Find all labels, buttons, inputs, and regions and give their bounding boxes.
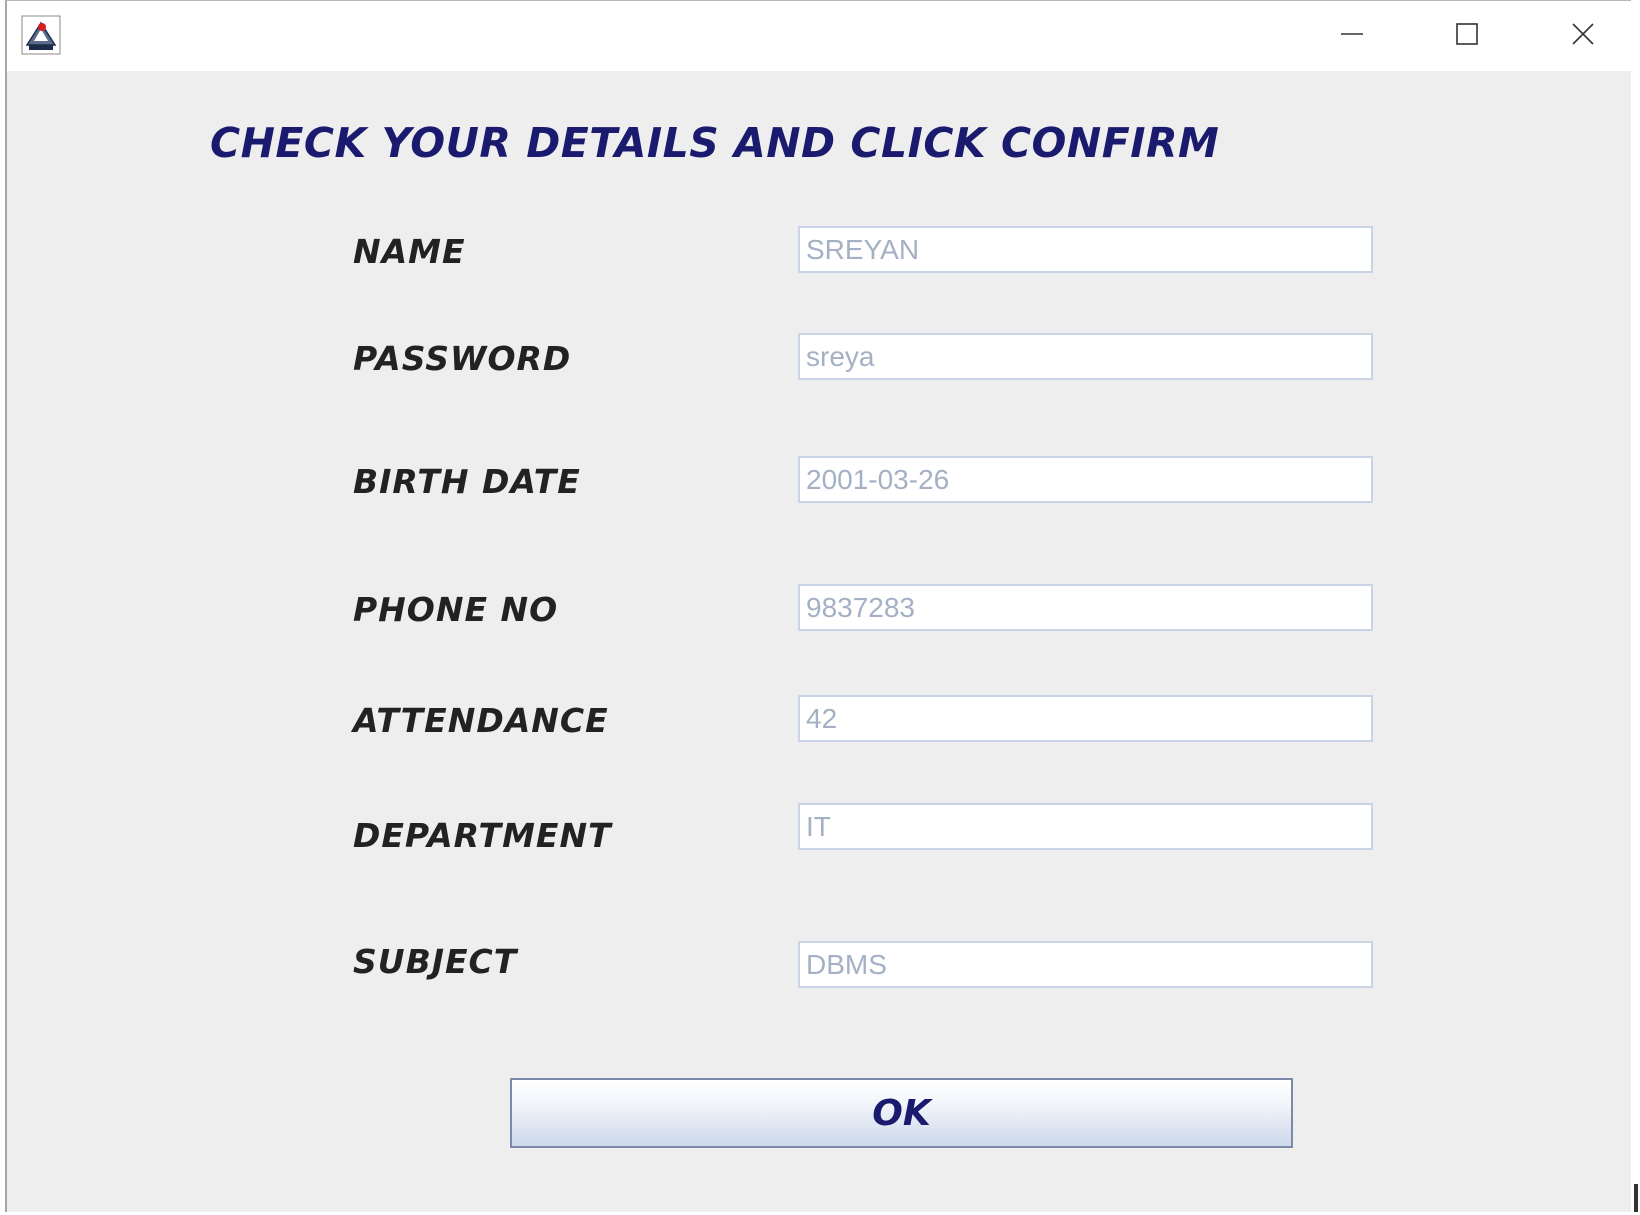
title-bar[interactable] xyxy=(7,1,1631,71)
resize-grip[interactable] xyxy=(1634,1184,1638,1212)
department-label: DEPARTMENT xyxy=(353,816,612,855)
subject-label: SUBJECT xyxy=(353,942,518,981)
password-field[interactable] xyxy=(798,333,1373,380)
birth-date-field[interactable] xyxy=(798,456,1373,503)
close-button[interactable] xyxy=(1553,11,1613,61)
minimize-button[interactable] xyxy=(1322,11,1382,61)
name-label: NAME xyxy=(353,232,466,271)
app-window: CHECK YOUR DETAILS AND CLICK CONFIRM NAM… xyxy=(5,0,1631,1212)
phone-no-label: PHONE NO xyxy=(353,590,559,629)
close-icon xyxy=(1570,21,1596,51)
name-field[interactable] xyxy=(798,226,1373,273)
subject-field[interactable] xyxy=(798,941,1373,988)
ok-button[interactable]: OK xyxy=(510,1078,1293,1148)
birth-date-label: BIRTH DATE xyxy=(353,462,581,501)
minimize-icon xyxy=(1339,21,1365,51)
maximize-icon xyxy=(1454,21,1480,51)
password-label: PASSWORD xyxy=(353,339,572,378)
department-field[interactable] xyxy=(798,803,1373,850)
attendance-field[interactable] xyxy=(798,695,1373,742)
attendance-label: ATTENDANCE xyxy=(353,701,609,740)
maximize-button[interactable] xyxy=(1437,11,1497,61)
page-heading: CHECK YOUR DETAILS AND CLICK CONFIRM xyxy=(210,119,1220,167)
java-cup-icon xyxy=(21,15,61,55)
phone-no-field[interactable] xyxy=(798,584,1373,631)
